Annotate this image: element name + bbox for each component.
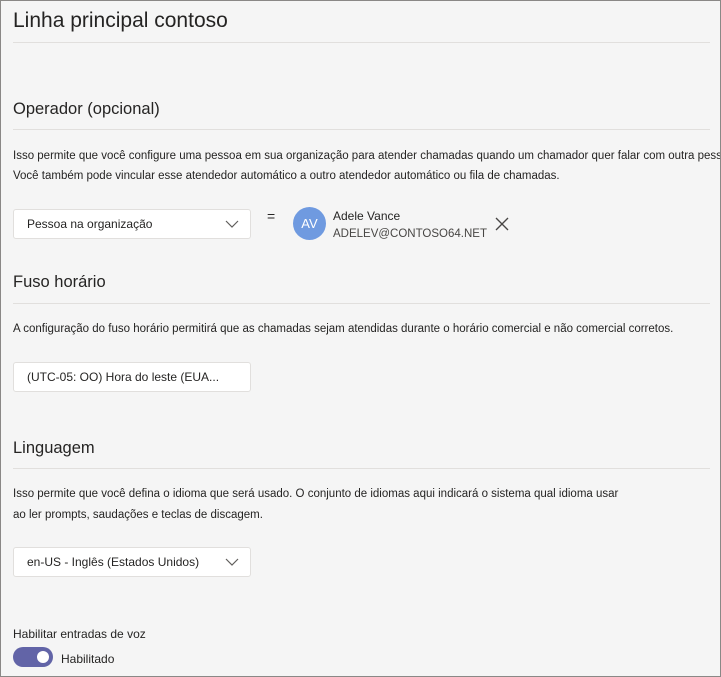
operator-type-value: Pessoa na organização — [27, 217, 153, 231]
language-section-title: Linguagem — [13, 439, 95, 457]
title-divider — [13, 42, 710, 43]
operator-user-email: ADELEV@CONTOSO64.NET — [333, 228, 487, 240]
language-divider — [13, 468, 710, 469]
timezone-section-title: Fuso horário — [13, 273, 106, 291]
operator-section-title: Operador (opcional) — [13, 100, 160, 118]
operator-divider — [13, 129, 710, 130]
language-value: en-US - Inglês (Estados Unidos) — [27, 555, 200, 569]
timezone-description: A configuração do fuso horário permitirá… — [13, 323, 674, 335]
language-dropdown[interactable]: en-US - Inglês (Estados Unidos) — [13, 547, 251, 577]
chevron-down-icon — [225, 220, 239, 228]
voice-input-label: Habilitar entradas de voz — [13, 627, 146, 641]
voice-input-toggle[interactable] — [13, 647, 53, 667]
operator-user-name: Adele Vance — [333, 209, 401, 223]
voice-input-state: Habilitado — [61, 652, 115, 666]
operator-type-dropdown[interactable]: Pessoa na organização — [13, 209, 251, 239]
page-title: Linha principal contoso — [13, 9, 228, 32]
timezone-divider — [13, 303, 710, 304]
timezone-value: (UTC-05: OO) Hora do leste (EUA... — [27, 370, 220, 384]
auto-attendant-settings-panel: Linha principal contoso Operador (opcion… — [0, 0, 721, 677]
language-description-line1: Isso permite que você defina o idioma qu… — [13, 488, 619, 500]
chevron-down-icon — [225, 558, 239, 566]
equals-sign: = — [267, 208, 276, 224]
toggle-knob — [37, 651, 49, 663]
avatar: AV — [293, 207, 326, 240]
avatar-initials: AV — [301, 216, 318, 231]
timezone-dropdown[interactable]: (UTC-05: OO) Hora do leste (EUA... — [13, 362, 251, 392]
operator-description-line2: Você também pode vincular esse atendedor… — [13, 170, 560, 182]
close-icon[interactable] — [493, 215, 511, 233]
language-description-line2: ao ler prompts, saudações e teclas de di… — [13, 509, 263, 521]
